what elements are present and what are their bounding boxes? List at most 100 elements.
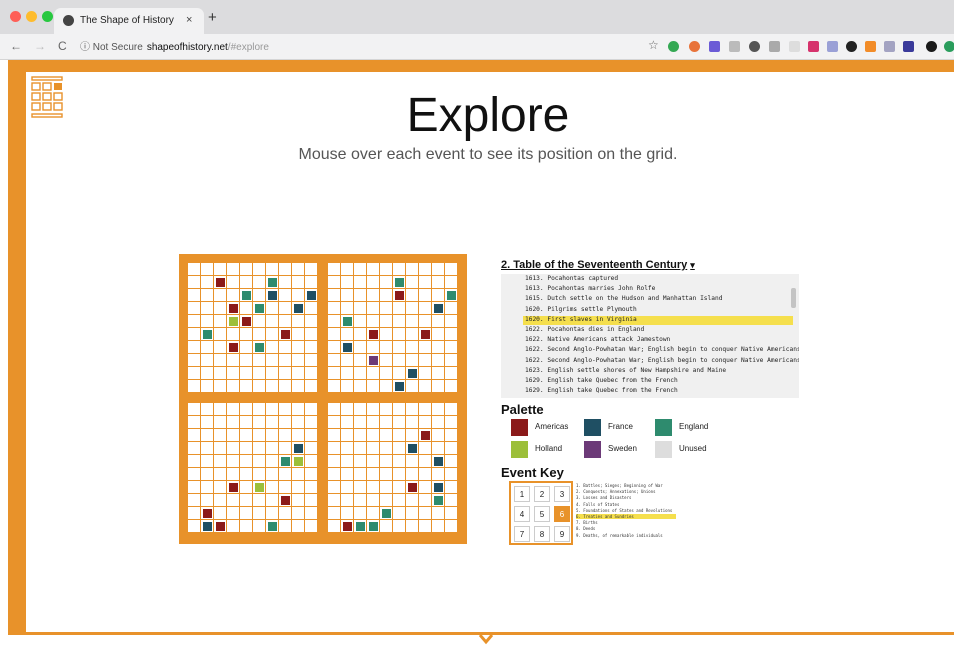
grid-cell[interactable] — [279, 354, 292, 367]
grid-cell[interactable] — [292, 507, 305, 520]
grid-cell[interactable] — [305, 442, 318, 455]
grid-cell[interactable] — [305, 468, 318, 481]
grid-cell[interactable] — [279, 380, 292, 393]
grid-cell[interactable] — [367, 367, 380, 380]
grid-cell[interactable] — [188, 416, 201, 429]
grid-cell[interactable] — [292, 380, 305, 393]
grid-cell[interactable] — [253, 494, 266, 507]
grid-cell[interactable] — [354, 507, 367, 520]
grid-cell[interactable] — [292, 341, 305, 354]
grid-cell[interactable] — [419, 481, 432, 494]
grid-cell[interactable] — [367, 341, 380, 354]
grid-cell[interactable] — [305, 354, 318, 367]
grid-cell[interactable] — [201, 302, 214, 315]
grid-cell[interactable] — [393, 520, 406, 533]
grid-cell[interactable] — [328, 403, 341, 416]
grid-cell[interactable] — [292, 494, 305, 507]
event-marker[interactable] — [229, 483, 238, 492]
grid-cell[interactable] — [367, 494, 380, 507]
grid-cell[interactable] — [380, 481, 393, 494]
table-row[interactable]: 1620. First slaves in Virginia — [525, 316, 637, 323]
table-row[interactable]: 1615. Dutch settle on the Hudson and Man… — [525, 295, 722, 302]
grid-cell[interactable] — [266, 416, 279, 429]
grid-cell[interactable] — [188, 276, 201, 289]
back-button[interactable]: ← — [10, 39, 22, 53]
grid-cell[interactable] — [279, 442, 292, 455]
event-marker[interactable] — [242, 291, 251, 300]
event-marker[interactable] — [369, 522, 378, 531]
grid-cell[interactable] — [305, 455, 318, 468]
table-row[interactable]: 1613. Pocahontas captured — [525, 275, 618, 282]
grid-cell[interactable] — [419, 455, 432, 468]
extension-icon[interactable] — [769, 41, 780, 52]
grid-cell[interactable] — [279, 481, 292, 494]
grid-cell[interactable] — [188, 289, 201, 302]
close-window-button[interactable] — [10, 11, 21, 22]
grid-cell[interactable] — [279, 520, 292, 533]
grid-cell[interactable] — [432, 403, 445, 416]
grid-cell[interactable] — [354, 455, 367, 468]
grid-cell[interactable] — [354, 416, 367, 429]
grid-cell[interactable] — [380, 276, 393, 289]
table-row[interactable]: 1613. Pocahontas marries John Rolfe — [525, 285, 655, 292]
grid-cell[interactable] — [367, 442, 380, 455]
grid-cell[interactable] — [253, 367, 266, 380]
grid-cell[interactable] — [406, 289, 419, 302]
grid-cell[interactable] — [279, 468, 292, 481]
grid-cell[interactable] — [188, 520, 201, 533]
grid-cell[interactable] — [292, 468, 305, 481]
grid-cell[interactable] — [201, 289, 214, 302]
grid-cell[interactable] — [227, 328, 240, 341]
grid-cell[interactable] — [445, 302, 458, 315]
grid-cell[interactable] — [214, 403, 227, 416]
grid-cell[interactable] — [279, 276, 292, 289]
grid-cell[interactable] — [328, 481, 341, 494]
grid-cell[interactable] — [367, 429, 380, 442]
grid-cell[interactable] — [406, 520, 419, 533]
browser-tab[interactable]: The Shape of History × — [54, 8, 204, 34]
grid-cell[interactable] — [227, 442, 240, 455]
grid-cell[interactable] — [393, 468, 406, 481]
grid-cell[interactable] — [432, 328, 445, 341]
grid-cell[interactable] — [380, 468, 393, 481]
event-marker[interactable] — [229, 343, 238, 352]
event-marker[interactable] — [369, 330, 378, 339]
extension-icon[interactable] — [827, 41, 838, 52]
grid-cell[interactable] — [354, 302, 367, 315]
table-row[interactable]: 1622. Second Anglo-Powhatan War; English… — [525, 346, 799, 353]
event-marker[interactable] — [294, 457, 303, 466]
grid-cell[interactable] — [305, 315, 318, 328]
grid-cell[interactable] — [240, 380, 253, 393]
new-tab-button[interactable]: + — [208, 10, 217, 25]
grid-cell[interactable] — [393, 481, 406, 494]
grid-cell[interactable] — [393, 302, 406, 315]
grid-cell[interactable] — [201, 263, 214, 276]
grid-cell[interactable] — [341, 380, 354, 393]
grid-cell[interactable] — [393, 494, 406, 507]
grid-cell[interactable] — [445, 367, 458, 380]
grid-cell[interactable] — [240, 403, 253, 416]
grid-cell[interactable] — [240, 263, 253, 276]
grid-cell[interactable] — [214, 328, 227, 341]
minimize-window-button[interactable] — [26, 11, 37, 22]
grid-cell[interactable] — [367, 468, 380, 481]
grid-cell[interactable] — [253, 429, 266, 442]
table-row[interactable]: 1620. Pilgrims settle Plymouth — [525, 306, 637, 313]
grid-cell[interactable] — [328, 263, 341, 276]
extension-icon[interactable] — [789, 41, 800, 52]
grid-cell[interactable] — [367, 380, 380, 393]
grid-cell[interactable] — [201, 455, 214, 468]
event-marker[interactable] — [408, 444, 417, 453]
grid-cell[interactable] — [393, 455, 406, 468]
extension-icon[interactable] — [903, 41, 914, 52]
event-marker[interactable] — [216, 522, 225, 531]
grid-cell[interactable] — [279, 289, 292, 302]
grid-cell[interactable] — [305, 276, 318, 289]
grid-cell[interactable] — [201, 416, 214, 429]
grid-cell[interactable] — [354, 429, 367, 442]
extension-icon[interactable] — [865, 41, 876, 52]
grid-cell[interactable] — [445, 380, 458, 393]
grid-cell[interactable] — [354, 315, 367, 328]
grid-cell[interactable] — [354, 341, 367, 354]
grid-cell[interactable] — [227, 455, 240, 468]
